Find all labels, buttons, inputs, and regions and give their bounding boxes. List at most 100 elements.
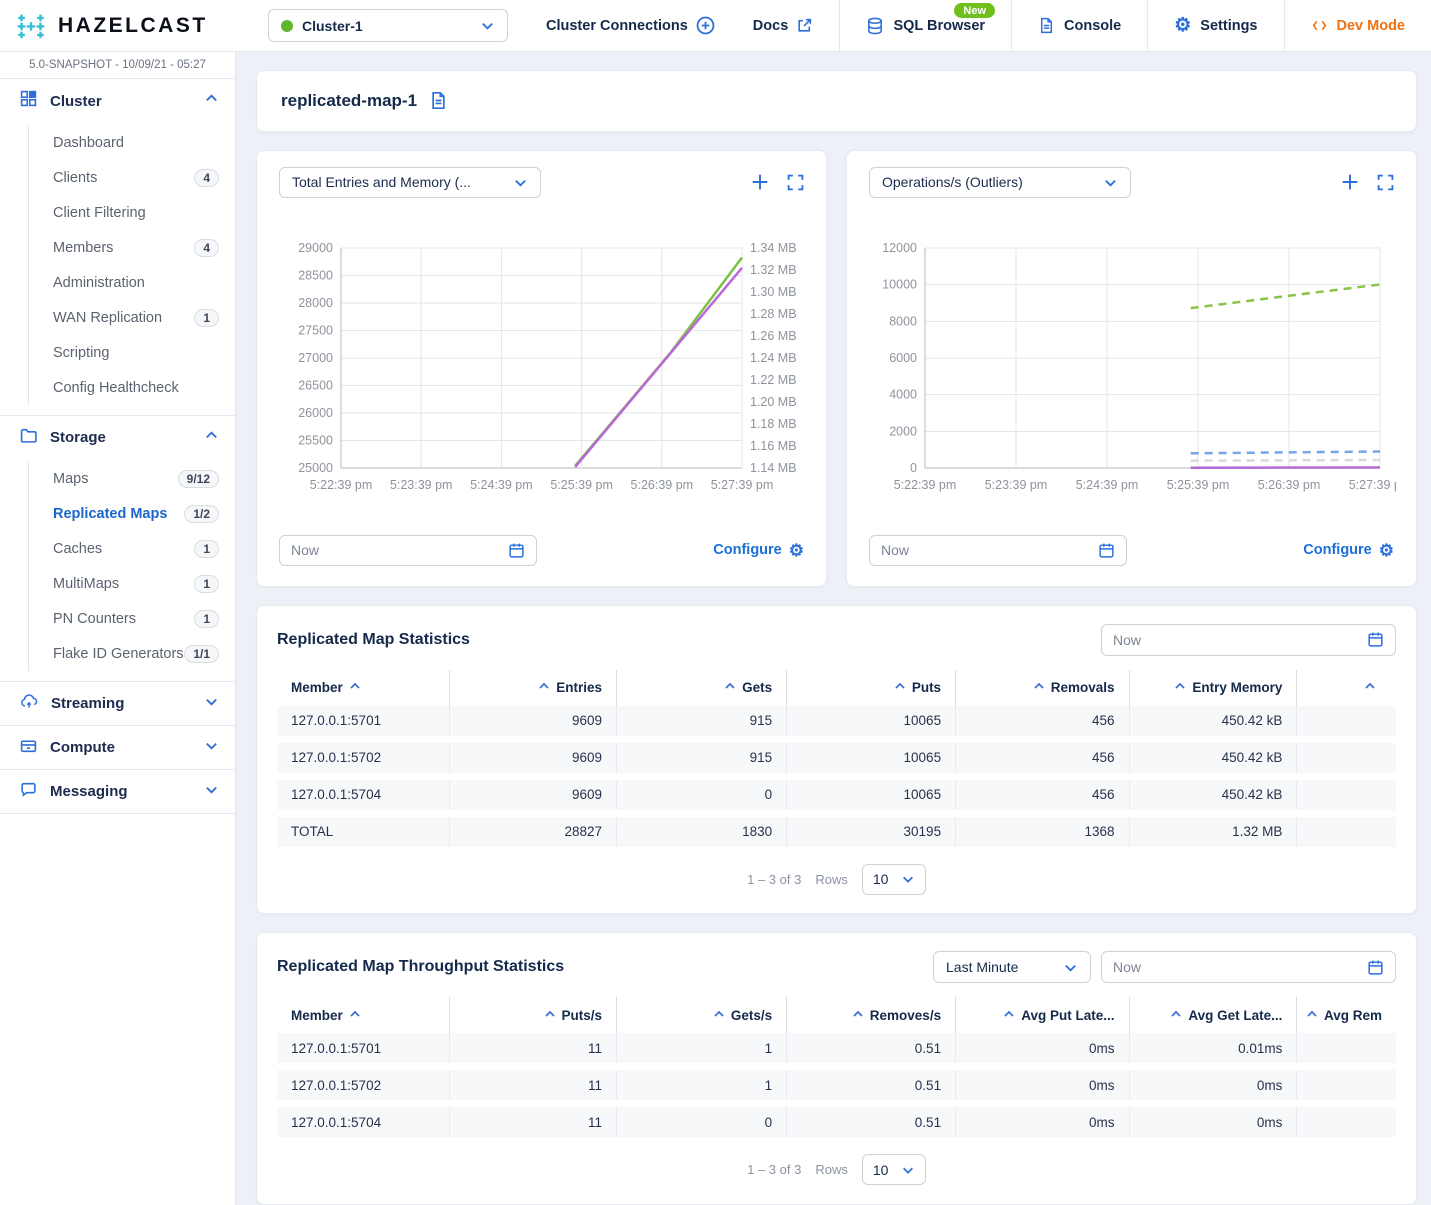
sql-browser-button[interactable]: New SQL Browser — [839, 0, 1011, 51]
table-cell: 11 — [449, 1033, 616, 1063]
hazelcast-logo: HAZELCAST — [0, 10, 236, 41]
table-cell: 456 — [955, 706, 1128, 736]
table-row[interactable]: 127.0.0.1:5701960991510065456450.42 kB — [277, 706, 1396, 736]
table-cell: 9609 — [449, 706, 616, 736]
cloud-icon — [20, 693, 38, 715]
interval-select[interactable]: Last Minute — [933, 951, 1091, 983]
metric-select[interactable]: Operations/s (Outliers) — [869, 167, 1131, 198]
column-header-member[interactable]: Member — [277, 997, 449, 1033]
dev-mode-button[interactable]: Dev Mode — [1284, 0, 1431, 51]
sidebar-item-members[interactable]: Members4 — [29, 230, 235, 265]
column-label: Avg Get Late... — [1188, 1008, 1282, 1023]
column-header-entries[interactable]: Entries — [449, 670, 616, 706]
table-row[interactable]: 127.0.0.1:57041100.510ms0ms — [277, 1107, 1396, 1137]
table-row[interactable]: 127.0.0.1:57049609010065456450.42 kB — [277, 780, 1396, 810]
table-cell: 450.42 kB — [1129, 706, 1297, 736]
svg-text:1.26 MB: 1.26 MB — [750, 329, 797, 343]
column-header-extra[interactable] — [1296, 670, 1396, 706]
sidebar-item-dashboard[interactable]: Dashboard — [29, 125, 235, 160]
column-header-removals[interactable]: Removals — [955, 670, 1128, 706]
table-cell: 9609 — [449, 743, 616, 773]
column-header-puts-s[interactable]: Puts/s — [449, 997, 616, 1033]
svg-text:25500: 25500 — [298, 433, 333, 447]
sidebar-item-replicated-maps[interactable]: Replicated Maps1/2 — [29, 496, 235, 531]
calendar-icon — [1367, 631, 1384, 648]
column-header-avg-rem[interactable]: Avg Rem — [1296, 997, 1396, 1033]
sidebar-item-multimaps[interactable]: MultiMaps1 — [29, 566, 235, 601]
version-text: 5.0-SNAPSHOT - 10/09/21 - 05:27 — [0, 52, 235, 79]
sidebar-item-scripting[interactable]: Scripting — [29, 335, 235, 370]
rows-per-page-select[interactable]: 10 — [862, 864, 926, 895]
table-row[interactable]: TOTAL2882718303019513681.32 MB — [277, 817, 1396, 847]
sidebar-item-maps[interactable]: Maps9/12 — [29, 461, 235, 496]
svg-text:4000: 4000 — [889, 388, 917, 402]
sort-caret-icon — [349, 680, 361, 695]
column-header-member[interactable]: Member — [277, 670, 449, 706]
sidebar-section-compute[interactable]: Compute — [0, 725, 235, 769]
table-row[interactable]: 127.0.0.1:5702960991510065456450.42 kB — [277, 743, 1396, 773]
column-header-gets[interactable]: Gets — [616, 670, 786, 706]
column-header-removes-s[interactable]: Removes/s — [786, 997, 955, 1033]
table-cell: 0 — [616, 1107, 786, 1137]
svg-text:1.34 MB: 1.34 MB — [750, 241, 797, 255]
sidebar-item-pn-counters[interactable]: PN Counters1 — [29, 601, 235, 636]
sidebar-item-administration[interactable]: Administration — [29, 265, 235, 300]
fullscreen-icon[interactable] — [1377, 174, 1394, 191]
table-row[interactable]: 127.0.0.1:57021110.510ms0ms — [277, 1070, 1396, 1100]
count-badge: 1/2 — [184, 505, 219, 523]
svg-text:5:23:39 pm: 5:23:39 pm — [390, 478, 453, 492]
column-header-avg-put-late[interactable]: Avg Put Late... — [955, 997, 1128, 1033]
item-label: Client Filtering — [53, 205, 219, 221]
sidebar-item-clients[interactable]: Clients4 — [29, 160, 235, 195]
cluster-selector[interactable]: Cluster-1 — [268, 9, 508, 42]
cluster-connections-link[interactable]: Cluster Connections — [546, 16, 715, 35]
docs-link[interactable]: Docs — [753, 17, 813, 34]
add-chart-icon[interactable] — [1341, 173, 1359, 191]
time-picker[interactable]: Now — [279, 535, 537, 566]
sidebar-item-wan-replication[interactable]: WAN Replication1 — [29, 300, 235, 335]
table-cell — [1296, 817, 1396, 847]
table-cell — [1296, 706, 1396, 736]
svg-text:1.22 MB: 1.22 MB — [750, 373, 797, 387]
add-chart-icon[interactable] — [751, 173, 769, 191]
svg-text:1.18 MB: 1.18 MB — [750, 417, 797, 431]
column-header-entry-memory[interactable]: Entry Memory — [1129, 670, 1297, 706]
pagination: 1 – 3 of 3 Rows 10 — [277, 1144, 1396, 1191]
chevron-down-icon — [480, 18, 495, 33]
rows-label: Rows — [815, 1162, 848, 1177]
column-header-avg-get-late[interactable]: Avg Get Late... — [1129, 997, 1297, 1033]
sidebar-section-cluster[interactable]: Cluster — [0, 79, 235, 123]
column-label: Member — [291, 1008, 343, 1023]
sidebar-section-streaming[interactable]: Streaming — [0, 681, 235, 725]
configure-link[interactable]: Configure ⚙ — [713, 542, 804, 559]
fullscreen-icon[interactable] — [787, 174, 804, 191]
sort-caret-icon — [852, 1008, 864, 1023]
sidebar-section-storage[interactable]: Storage — [0, 415, 235, 459]
topbar: HAZELCAST Cluster-1 Cluster Connections … — [0, 0, 1431, 52]
console-button[interactable]: Console — [1011, 0, 1147, 51]
sidebar-item-client-filtering[interactable]: Client Filtering — [29, 195, 235, 230]
time-picker[interactable]: Now — [1101, 951, 1396, 983]
sidebar-item-config-healthcheck[interactable]: Config Healthcheck — [29, 370, 235, 405]
metric-select[interactable]: Total Entries and Memory (... — [279, 167, 541, 198]
column-header-gets-s[interactable]: Gets/s — [616, 997, 786, 1033]
rows-per-page-select[interactable]: 10 — [862, 1154, 926, 1185]
count-badge: 1 — [194, 610, 219, 628]
table-cell: 456 — [955, 780, 1128, 810]
time-picker[interactable]: Now — [1101, 624, 1396, 656]
column-header-puts[interactable]: Puts — [786, 670, 955, 706]
table-cell: 10065 — [786, 706, 955, 736]
table-row[interactable]: 127.0.0.1:57011110.510ms0.01ms — [277, 1033, 1396, 1063]
configure-label: Configure — [1303, 542, 1371, 558]
settings-button[interactable]: ⚙ Settings — [1147, 0, 1283, 51]
time-picker[interactable]: Now — [869, 535, 1127, 566]
configure-link[interactable]: Configure ⚙ — [1303, 542, 1394, 559]
sql-browser-label: SQL Browser — [893, 18, 985, 34]
sidebar-item-caches[interactable]: Caches1 — [29, 531, 235, 566]
table-cell: TOTAL — [277, 817, 449, 847]
svg-text:5:24:39 pm: 5:24:39 pm — [470, 478, 533, 492]
sidebar-item-flake-id-generators[interactable]: Flake ID Generators1/1 — [29, 636, 235, 671]
table-cell — [1296, 743, 1396, 773]
document-icon[interactable] — [429, 91, 448, 110]
sidebar-section-messaging[interactable]: Messaging — [0, 769, 235, 813]
